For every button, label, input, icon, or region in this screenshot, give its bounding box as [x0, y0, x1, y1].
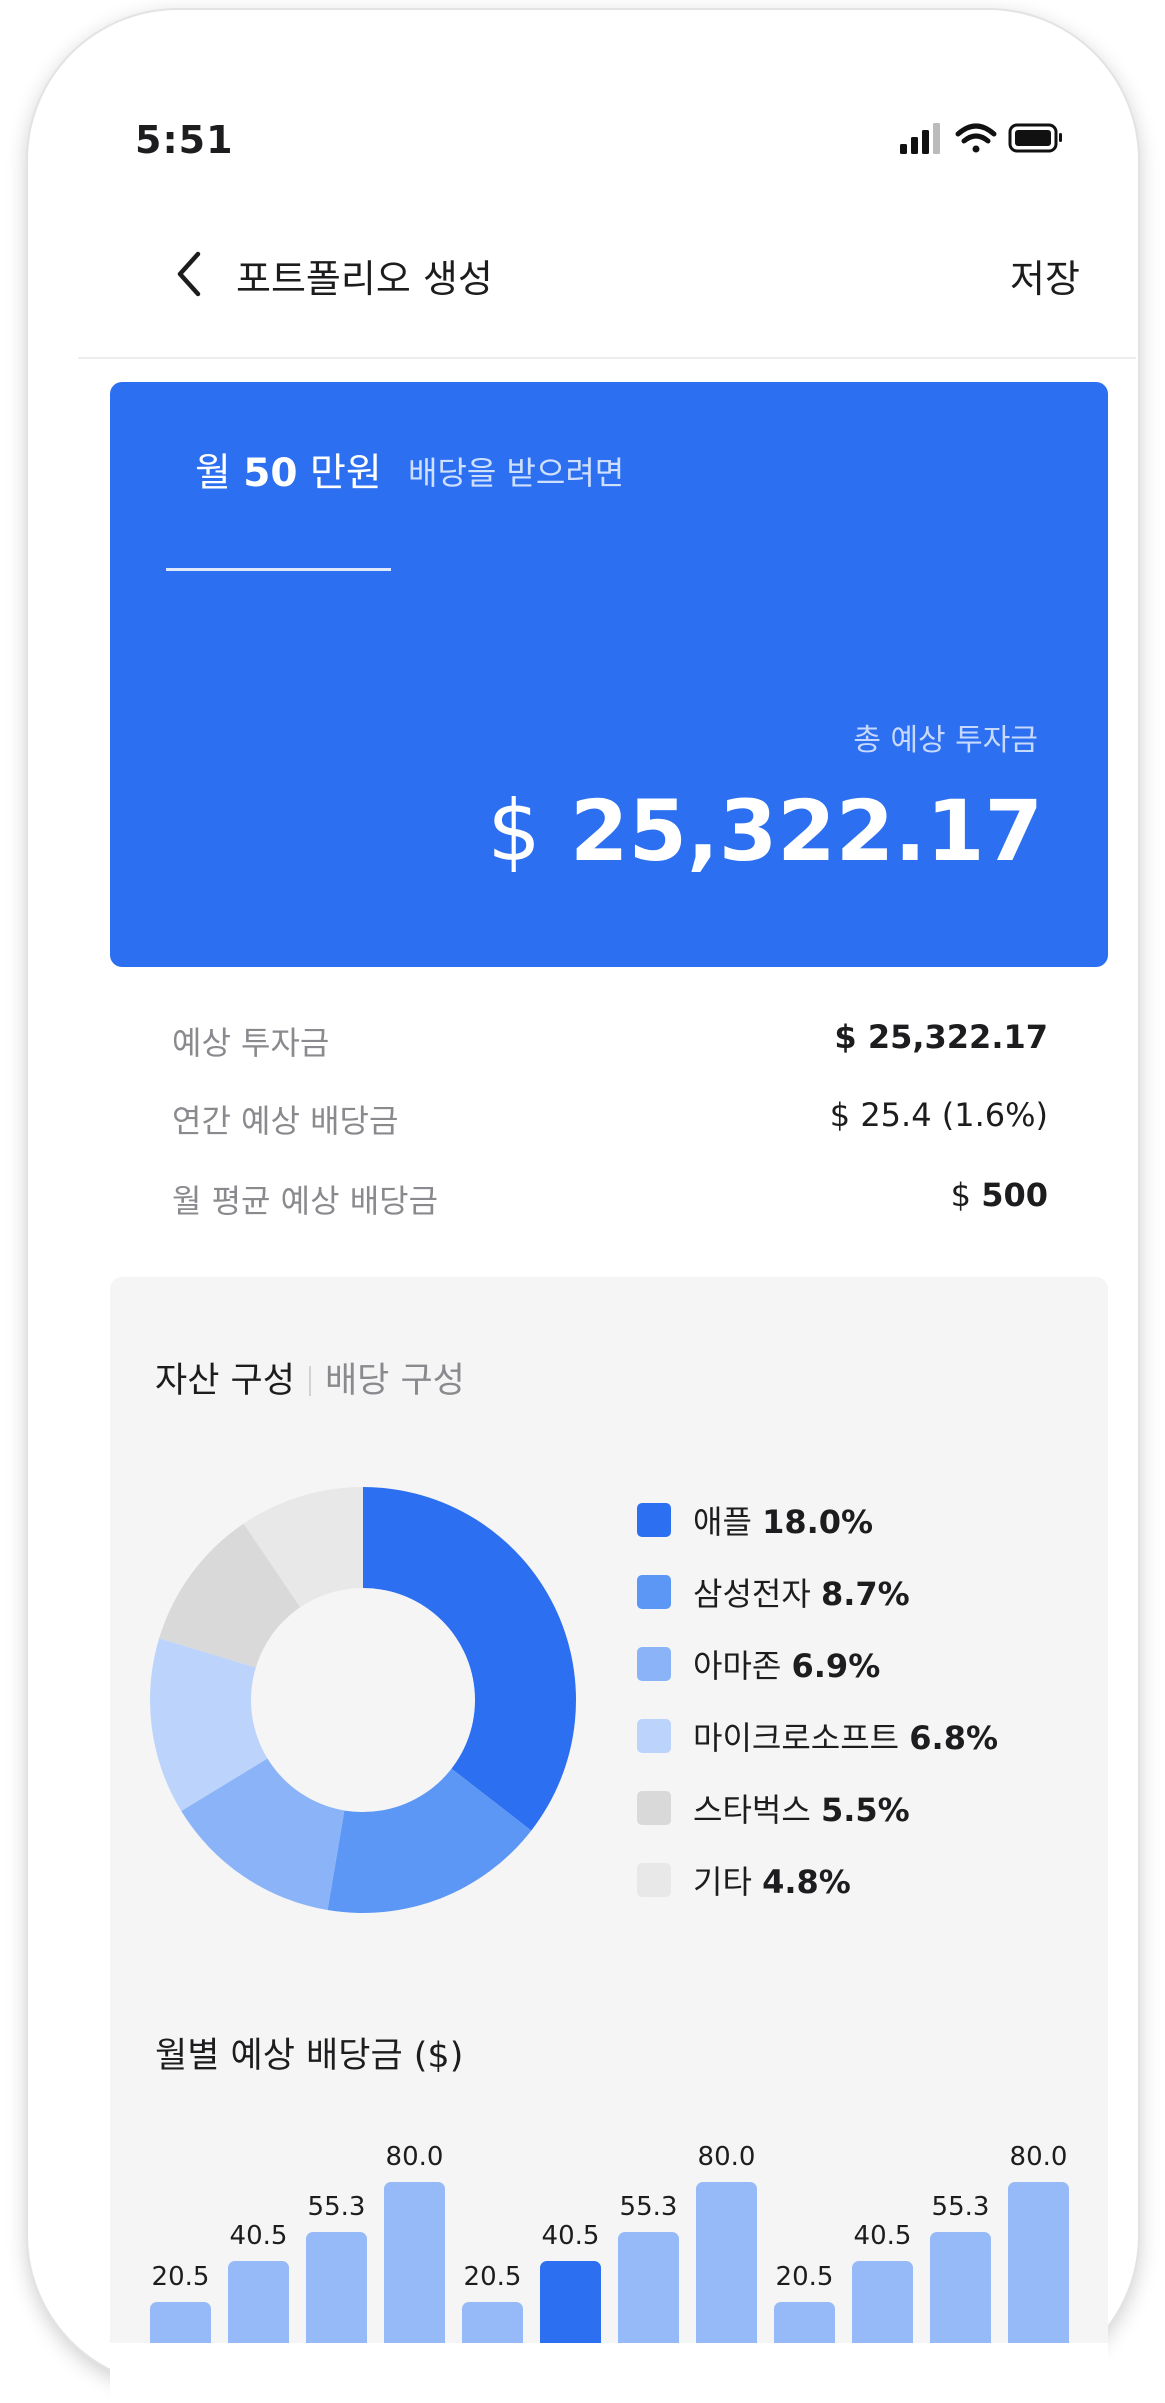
goal-unit: 만원: [309, 451, 382, 496]
total-investment-value: $ 25,322.17: [487, 782, 1043, 880]
status-time: 5:51: [135, 118, 234, 162]
bar-value-label: 40.5: [229, 2221, 288, 2251]
dividend-bar[interactable]: [696, 2182, 757, 2343]
dividend-goal-card: 월 50 만원 배당을 받으려면 총 예상 투자금 $ 25,322.17: [110, 382, 1108, 967]
dividend-bar[interactable]: [540, 2261, 601, 2343]
goal-amount-value: 50: [243, 451, 298, 496]
bar-value-label: 20.5: [775, 2262, 834, 2292]
dividend-bar[interactable]: [774, 2302, 835, 2343]
dividend-bar[interactable]: [306, 2232, 367, 2343]
bar-value-label: 55.3: [931, 2192, 990, 2222]
dividend-bar[interactable]: [228, 2261, 289, 2343]
summary-row-monthly-dividend: 월 평균 예상 배당금 $ 500: [172, 1176, 1048, 1226]
summary-label: 연간 예상 배당금: [172, 1102, 399, 1140]
dividend-bar[interactable]: [1008, 2182, 1069, 2343]
goal-prefix: 월: [195, 451, 231, 496]
summary-value: $ 25.4 (1.6%): [829, 1096, 1048, 1134]
total-amount: 25,322.17: [570, 782, 1043, 880]
chart-bottom-mask: [110, 2343, 1108, 2403]
bar-value-label: 80.0: [385, 2142, 444, 2172]
monthly-dividend-chart: 20.5 40.5 55.3 80.0 20.5 40.5 55.3 80.0 20.5 40.5…: [110, 1277, 1108, 2397]
dividend-bar[interactable]: [462, 2302, 523, 2343]
summary-currency: $: [950, 1176, 972, 1214]
summary-label: 예상 투자금: [172, 1024, 330, 1062]
bar-value-label: 80.0: [1009, 2142, 1068, 2172]
signal-icon: [900, 123, 940, 154]
summary-row-investment: 예상 투자금 $ 25,322.17: [172, 1018, 1048, 1068]
chevron-left-icon: [177, 251, 201, 297]
dividend-bar[interactable]: [930, 2232, 991, 2343]
header-divider: [78, 357, 1136, 359]
monthly-goal-amount[interactable]: 월 50 만원: [195, 442, 382, 498]
summary-label: 월 평균 예상 배당금: [172, 1182, 439, 1220]
dividend-bar[interactable]: [150, 2302, 211, 2343]
bar-value-label: 55.3: [307, 2192, 366, 2222]
composition-panel: 자산 구성 배당 구성 애플 18.0% 삼성전자 8.7% 아마존 6.9% 마…: [110, 1277, 1108, 2403]
bar-value-label: 80.0: [697, 2142, 756, 2172]
goal-suffix: 배당을 받으려면: [408, 454, 625, 492]
status-icons: [900, 120, 1120, 164]
save-button[interactable]: 저장: [1010, 248, 1080, 303]
bar-value-label: 20.5: [463, 2262, 522, 2292]
bar-value-label: 40.5: [853, 2221, 912, 2251]
bar-value-label: 20.5: [151, 2262, 210, 2292]
wifi-icon: [955, 123, 997, 153]
summary-value: $ 500: [951, 1176, 1048, 1214]
page-title: 포트폴리오 생성: [236, 257, 493, 301]
goal-input-underline: [166, 568, 391, 571]
bar-value-label: 40.5: [541, 2221, 600, 2251]
back-button[interactable]: [170, 248, 210, 300]
summary-row-annual-dividend: 연간 예상 배당금 $ 25.4 (1.6%): [172, 1096, 1048, 1146]
dividend-bar[interactable]: [618, 2232, 679, 2343]
summary-value: $ 25,322.17: [834, 1018, 1048, 1056]
battery-icon: [1008, 123, 1062, 153]
total-currency: $: [487, 782, 541, 880]
total-investment-label: 총 예상 투자금: [853, 723, 1038, 758]
dividend-bar[interactable]: [384, 2182, 445, 2343]
summary-amount: 500: [981, 1176, 1048, 1214]
bar-value-label: 55.3: [619, 2192, 678, 2222]
dividend-bar[interactable]: [852, 2261, 913, 2343]
